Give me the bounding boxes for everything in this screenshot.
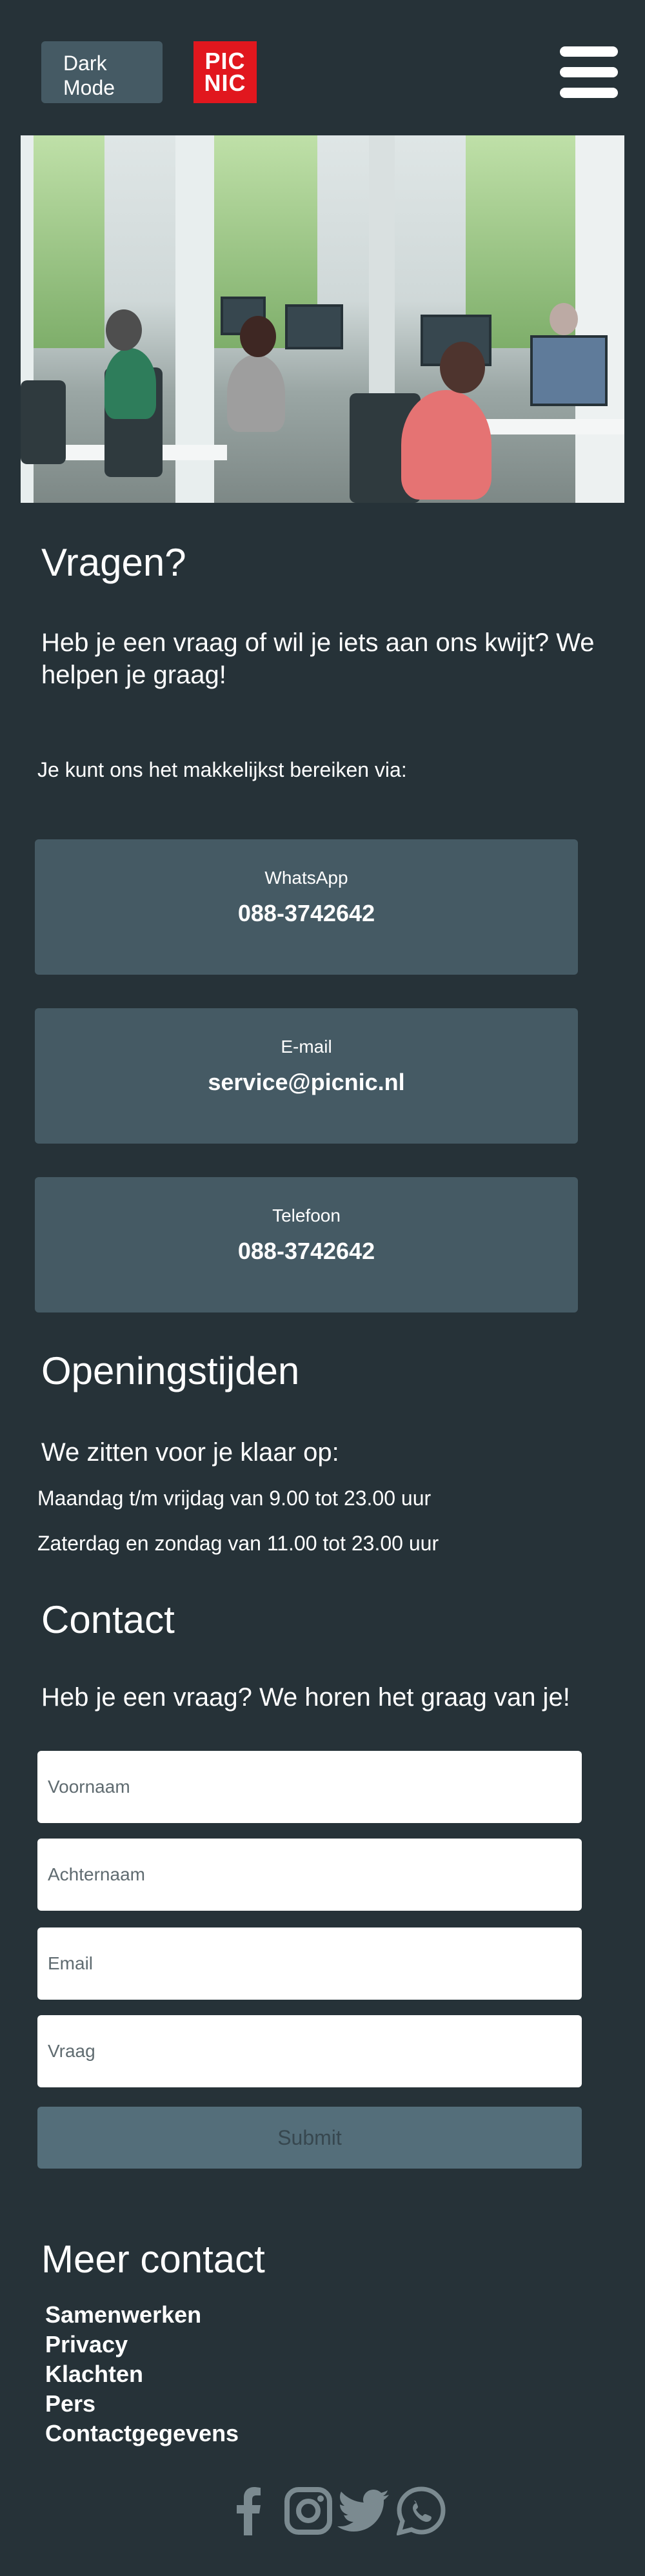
person [227, 355, 285, 432]
page-title: Vragen? [41, 541, 186, 584]
picnic-logo[interactable]: PIC NIC [194, 41, 257, 103]
email-input[interactable] [37, 1927, 582, 2000]
first-name-input[interactable] [37, 1751, 582, 1823]
head [440, 342, 485, 393]
twitter-icon[interactable] [335, 2482, 391, 2540]
menu-bar [560, 67, 618, 77]
dark-mode-toggle[interactable]: Dark Mode [41, 41, 163, 103]
dark-mode-label-line2: Mode [63, 76, 115, 99]
hours-weekdays: Maandag t/m vrijdag van 9.00 tot 23.00 u… [37, 1487, 432, 1510]
menu-bar [560, 88, 618, 98]
phone-card[interactable]: Telefoon 088-3742642 [35, 1177, 578, 1312]
question-input[interactable] [37, 2015, 582, 2087]
link-samenwerken[interactable]: Samenwerken [45, 2300, 239, 2330]
hamburger-menu-icon[interactable] [560, 46, 618, 98]
whatsapp-icon[interactable] [393, 2482, 449, 2540]
person [104, 348, 156, 419]
facebook-icon[interactable] [232, 2482, 264, 2540]
email-card[interactable]: E-mail service@picnic.nl [35, 1008, 578, 1144]
whatsapp-card[interactable]: WhatsApp 088-3742642 [35, 839, 578, 975]
head [550, 303, 578, 335]
link-contactgegevens[interactable]: Contactgegevens [45, 2419, 239, 2448]
head [240, 316, 276, 357]
window-pane [34, 135, 104, 348]
hours-lead: We zitten voor je klaar op: [41, 1438, 339, 1467]
reach-text: Je kunt ons het makkelijkst bereiken via… [37, 758, 407, 781]
top-bar: Dark Mode PIC NIC [0, 0, 645, 135]
channel-label: WhatsApp [264, 868, 348, 888]
contact-title: Contact [41, 1598, 175, 1641]
more-contact-title: Meer contact [41, 2238, 265, 2281]
link-klachten[interactable]: Klachten [45, 2359, 239, 2389]
head [106, 309, 142, 351]
dark-mode-label-line1: Dark [63, 52, 107, 75]
pillar [575, 135, 624, 503]
person [401, 390, 491, 500]
hours-title: Openingstijden [41, 1349, 300, 1392]
menu-bar [560, 46, 618, 57]
channel-value: 088-3742642 [237, 900, 375, 926]
channel-value: service@picnic.nl [208, 1069, 405, 1095]
monitor [530, 335, 608, 406]
channel-label: E-mail [281, 1037, 332, 1057]
more-contact-links: Samenwerken Privacy Klachten Pers Contac… [45, 2300, 239, 2448]
logo-text-top: PIC [204, 48, 246, 74]
chair [21, 380, 66, 464]
instagram-icon[interactable] [283, 2482, 334, 2540]
link-pers[interactable]: Pers [45, 2389, 239, 2419]
contact-lead: Heb je een vraag? We horen het graag van… [41, 1683, 570, 1712]
logo-text-bottom: NIC [204, 70, 246, 96]
link-privacy[interactable]: Privacy [45, 2330, 239, 2359]
monitor [285, 304, 343, 349]
channel-value: 088-3742642 [237, 1238, 375, 1264]
last-name-input[interactable] [37, 1839, 582, 1911]
intro-text: Heb je een vraag of wil je iets aan ons … [41, 629, 595, 689]
hero-office-image [21, 135, 624, 503]
submit-button[interactable]: Submit [37, 2107, 582, 2169]
hours-weekend: Zaterdag en zondag van 11.00 tot 23.00 u… [37, 1532, 439, 1555]
channel-label: Telefoon [272, 1205, 341, 1225]
